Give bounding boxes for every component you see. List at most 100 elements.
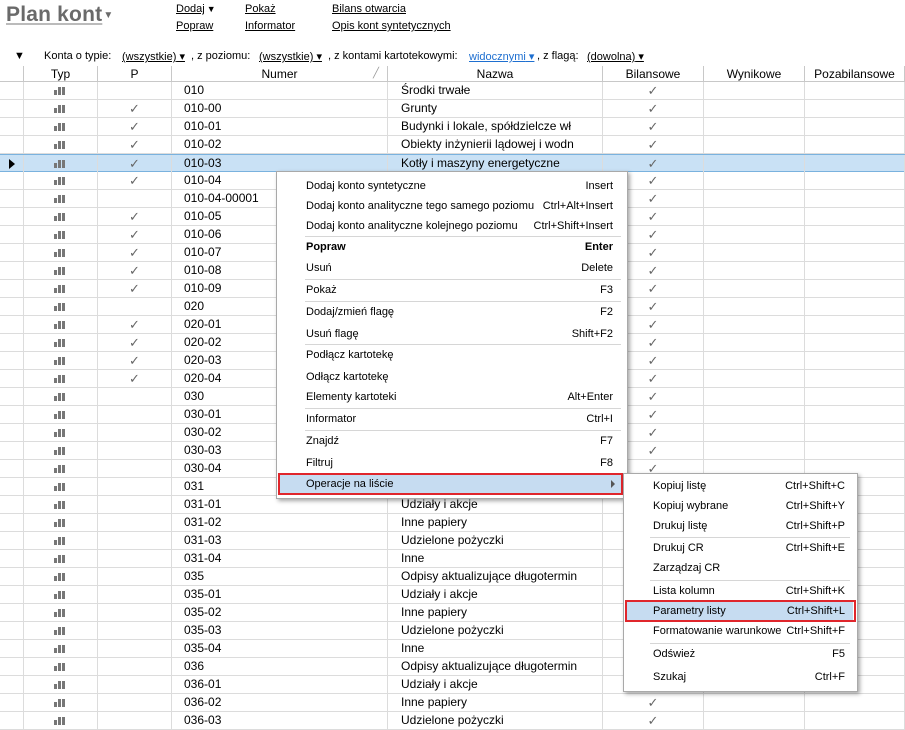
context-menu-item[interactable]: Pokaż F3 [279,280,623,300]
table-row[interactable]: ✓ 010-03 Kotły i maszyny energetyczne ✓ [0,154,905,172]
context-menu-item[interactable]: Dodaj/zmień flagę F2 [279,302,623,322]
pozabilansowe-cell [805,155,905,172]
numer-value: 036 [184,659,205,673]
edit-link[interactable]: Popraw [176,20,213,32]
filter-flag-value[interactable]: (dowolna) ▾ [587,50,644,63]
submenu-item[interactable]: Kopiuj listę Ctrl+Shift+C [626,476,853,496]
submenu-item[interactable]: Szukaj Ctrl+F [626,667,853,687]
numer-value: 010-06 [184,227,222,241]
row-indicator-cell [0,82,24,99]
col-p[interactable]: P [98,66,172,82]
filter-level-value[interactable]: (wszystkie) ▾ [259,50,322,63]
numer-value: 031-02 [184,515,222,529]
check-icon: ✓ [129,227,140,242]
numer-value: 010-08 [184,263,222,277]
menu-item-shortcut: Ctrl+Shift+C [785,480,845,492]
table-row[interactable]: 036-02 Inne papiery ✓ [0,694,905,712]
check-icon: ✓ [647,209,659,224]
context-menu-item[interactable]: Operacje na liście [278,473,623,495]
p-cell [98,190,172,207]
table-row[interactable]: ✓ 010-00 Grunty ✓ [0,100,905,118]
wynikowe-cell [704,280,805,297]
nazwa-value: Inne papiery [401,695,468,709]
account-type-icon [54,537,66,545]
numer-value: 031-04 [184,551,222,565]
page-title-text: Plan kont [6,3,103,26]
submenu-item[interactable]: Drukuj CR Ctrl+Shift+E [626,538,853,558]
context-menu-item[interactable]: Dodaj konto analityczne tego samego pozi… [279,196,623,216]
typ-cell [24,280,98,297]
submenu-item[interactable]: Lista kolumn Ctrl+Shift+K [626,581,853,601]
context-menu-item[interactable]: Filtruj F8 [279,453,623,473]
col-numer-label: Numer [261,67,298,81]
check-icon: ✓ [647,227,659,242]
context-menu-item[interactable]: Podłącz kartotekę [279,345,623,365]
menu-item-label: Drukuj CR [653,542,704,554]
typ-cell [24,424,98,441]
col-numer[interactable]: Numer ╱ [172,66,388,82]
account-type-icon [54,555,66,563]
p-cell [98,568,172,585]
col-pozabilansowe[interactable]: Pozabilansowe [805,66,905,82]
row-indicator-cell [0,676,24,693]
opening-balance-link[interactable]: Bilans otwarcia [332,3,406,15]
submenu-item[interactable]: Kopiuj wybrane Ctrl+Shift+Y [626,496,853,516]
row-indicator-cell [0,532,24,549]
check-icon: ✓ [647,83,659,98]
filter-type-value[interactable]: (wszystkie) ▾ [122,50,185,63]
account-type-icon [54,213,66,221]
check-icon: ✓ [647,317,659,332]
row-indicator-cell [0,550,24,567]
col-wynikowe[interactable]: Wynikowe [704,66,805,82]
account-type-icon [54,160,66,168]
filter-card-value[interactable]: widocznymi ▾ [469,50,534,63]
submenu-item[interactable]: Parametry listy Ctrl+Shift+L [625,600,856,622]
table-row[interactable]: ✓ 010-02 Obiekty inżynierii lądowej i wodn… [0,136,905,154]
add-menu-link[interactable]: Dodaj ▼ [176,3,216,15]
row-indicator-cell [0,460,24,477]
context-menu-item[interactable]: Dodaj konto analityczne kolejnego poziom… [279,216,623,236]
numer-cell: 036-02 [172,694,388,711]
p-cell [98,298,172,315]
pozabilansowe-cell [805,298,905,315]
menu-item-shortcut: Delete [581,262,613,274]
nazwa-value: Udziały i akcje [401,677,478,691]
show-link[interactable]: Pokaż [245,3,276,15]
numer-value: 030-04 [184,461,222,475]
check-icon: ✓ [647,137,659,152]
submenu-item[interactable]: Zarządzaj CR [626,558,853,578]
table-row[interactable]: 036-03 Udzielone pożyczki ✓ [0,712,905,730]
informer-link[interactable]: Informator [245,20,295,32]
nazwa-value: Odpisy aktualizujące długotermin [401,659,578,673]
context-menu-item[interactable]: Elementy kartoteki Alt+Enter [279,387,623,407]
account-type-icon [54,591,66,599]
numer-cell: 035 [172,568,388,585]
title-dropdown-icon[interactable]: ▼ [103,10,113,21]
context-menu-item[interactable]: Znajdź F7 [279,431,623,451]
submenu-item[interactable]: Odśwież F5 [626,644,853,664]
numer-cell: 010-01 [172,118,388,135]
check-icon: ✓ [129,371,140,386]
context-menu-item[interactable]: Popraw Enter [279,237,623,257]
col-nazwa[interactable]: Nazwa [388,66,603,82]
context-menu-item[interactable]: Dodaj konto syntetyczne Insert [279,176,623,196]
check-icon: ✓ [647,263,659,278]
col-bilansowe[interactable]: Bilansowe [603,66,704,82]
menu-item-shortcut: F8 [600,457,613,469]
table-row[interactable]: 010 Środki trwałe ✓ [0,82,905,100]
context-menu-item[interactable]: Usuń flagę Shift+F2 [279,324,623,344]
context-menu-item[interactable]: Odłącz kartotekę [279,367,623,387]
row-indicator-cell [0,640,24,657]
table-row[interactable]: ✓ 010-01 Budynki i lokale, spółdzielcze wł… [0,118,905,136]
submenu-item[interactable]: Formatowanie warunkowe Ctrl+Shift+F [626,621,853,641]
current-row-arrow-icon [9,159,15,169]
context-menu-item[interactable]: Usuń Delete [279,258,623,278]
typ-cell [24,712,98,729]
numer-value: 020-03 [184,353,222,367]
col-typ[interactable]: Typ [24,66,98,82]
page-title[interactable]: Plan kont▼ [6,3,113,27]
p-cell [98,550,172,567]
synthetic-desc-link[interactable]: Opis kont syntetycznych [332,20,451,32]
context-menu-item[interactable]: Informator Ctrl+I [279,409,623,429]
submenu-item[interactable]: Drukuj listę Ctrl+Shift+P [626,516,853,536]
